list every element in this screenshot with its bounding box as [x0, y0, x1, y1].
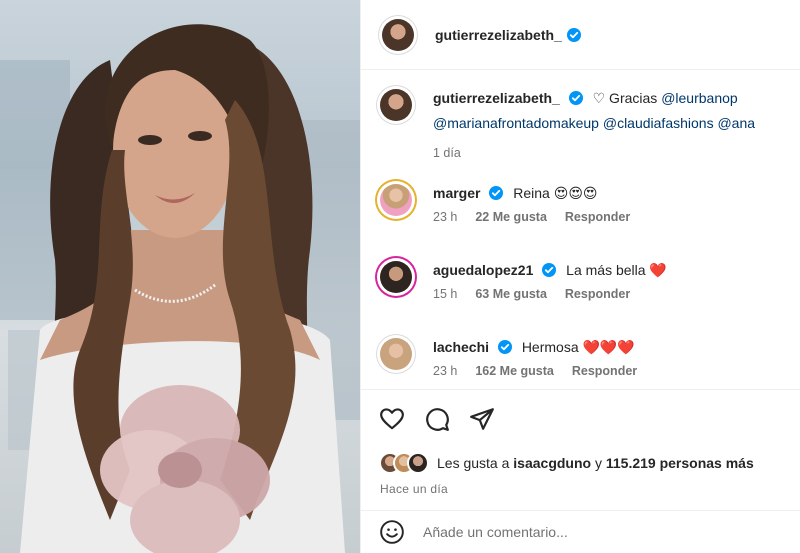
caption-mention[interactable]: @leurbanop — [661, 90, 738, 106]
commenter-avatar[interactable] — [377, 335, 415, 373]
post-photo-illustration — [0, 24, 360, 553]
comments-list[interactable]: gutierrezelizabeth_ ♡ Gracias @leurbanop… — [361, 71, 800, 389]
commenter-username[interactable]: aguedalopez21 — [433, 262, 533, 278]
post-header: gutierrezelizabeth_ — [361, 0, 800, 70]
post-time: Hace un día — [380, 482, 449, 496]
verified-badge-icon — [566, 27, 581, 42]
comment-age: 15 h — [433, 287, 458, 301]
reply-button[interactable]: Responder — [565, 287, 630, 301]
reply-button[interactable]: Responder — [565, 210, 630, 224]
commenter-avatar[interactable] — [377, 258, 415, 296]
comment-text: Reina 😍😍😍 — [513, 185, 598, 201]
caption-author-username[interactable]: gutierrezelizabeth_ — [433, 90, 560, 106]
caption-text: ♡ Gracias — [592, 90, 658, 106]
comment-input[interactable]: Añade un comentario... — [423, 524, 568, 540]
liker-username[interactable]: isaacgduno — [513, 455, 591, 471]
commenter-avatar[interactable] — [377, 181, 415, 219]
reply-button[interactable]: Responder — [572, 364, 637, 378]
comment-item: marger Reina 😍😍😍 23 h 22 Me gusta Respon… — [377, 181, 800, 224]
author-username[interactable]: gutierrezelizabeth_ — [435, 27, 562, 43]
likes-summary[interactable]: Les gusta a isaacgduno y 115.219 persona… — [379, 452, 754, 474]
caption: gutierrezelizabeth_ ♡ Gracias @leurbanop… — [377, 86, 800, 160]
author-avatar[interactable] — [379, 15, 417, 54]
verified-badge-icon — [568, 91, 583, 105]
caption-author-avatar[interactable] — [377, 86, 415, 124]
likes-text: Les gusta a isaacgduno y 115.219 persona… — [437, 455, 754, 471]
add-comment-bar: Añade un comentario... — [361, 510, 800, 553]
verified-badge-icon — [497, 340, 512, 354]
comment-age: 23 h — [433, 210, 458, 224]
comment-icon[interactable] — [424, 406, 450, 432]
comment-likes[interactable]: 63 Me gusta — [475, 287, 547, 301]
liker-avatar — [407, 452, 429, 474]
comment-likes[interactable]: 22 Me gusta — [475, 210, 547, 224]
emoji-icon[interactable] — [379, 519, 405, 545]
comment-text: Hermosa ❤️❤️❤️ — [521, 339, 635, 355]
caption-mentions[interactable]: @marianafrontadomakeup @claudiafashions … — [433, 111, 800, 136]
comment-item: aguedalopez21 La más bella ❤️ 15 h 63 Me… — [377, 258, 800, 301]
post-actions: Les gusta a isaacgduno y 115.219 persona… — [361, 389, 800, 509]
caption-age: 1 día — [433, 146, 461, 160]
share-icon[interactable] — [469, 406, 495, 432]
comment-likes[interactable]: 162 Me gusta — [475, 364, 554, 378]
comment-age: 23 h — [433, 364, 458, 378]
heart-icon[interactable] — [379, 406, 405, 432]
verified-badge-icon — [489, 186, 504, 200]
verified-badge-icon — [542, 263, 557, 277]
commenter-username[interactable]: lachechi — [433, 339, 489, 355]
commenter-username[interactable]: marger — [433, 185, 480, 201]
post-side-panel: gutierrezelizabeth_ gutierrezelizabeth_ … — [360, 0, 800, 553]
likes-count[interactable]: 115.219 personas más — [606, 455, 754, 471]
post-photo[interactable] — [0, 0, 360, 553]
comment-item: lachechi Hermosa ❤️❤️❤️ 23 h 162 Me gust… — [377, 335, 800, 378]
comment-text: La más bella ❤️ — [566, 262, 667, 278]
